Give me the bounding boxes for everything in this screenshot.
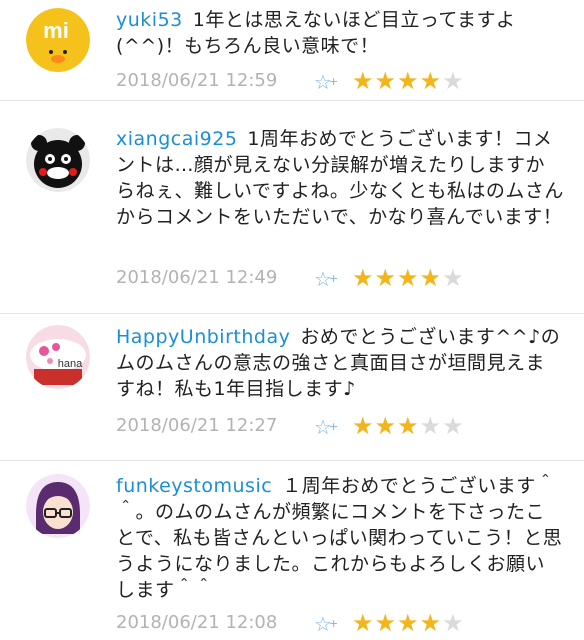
comment-body: xiangcai925 1周年おめでとうございます！コメントは…顔が見えない分誤解… <box>116 126 564 230</box>
comment-body: HappyUnbirthday おめでとうございます^^♪のムのムさんの意志の強さ… <box>116 324 564 402</box>
comment-meta: 2018/06/21 12:27 ☆+ ★★★★★ <box>116 412 476 440</box>
rating-stars: ★★★★★ <box>352 264 465 292</box>
comment-item: funkeystomusic １周年おめでとうございます＾＾。のムのムさんが頻繁に… <box>0 460 584 640</box>
star-filled-icon: ★ <box>352 412 375 440</box>
star-filled-icon: ★ <box>374 412 398 440</box>
rating-stars: ★★★★★ <box>352 67 465 95</box>
username-link[interactable]: HappyUnbirthday <box>116 326 290 348</box>
favorite-star-icon[interactable]: ☆+ <box>314 70 341 94</box>
avatar[interactable]: mi <box>26 8 90 72</box>
star-filled-icon: ★ <box>374 609 398 637</box>
comment-item: hana HappyUnbirthday おめでとうございます^^♪のムのムさんの… <box>0 313 584 461</box>
username-link[interactable]: xiangcai925 <box>116 128 237 150</box>
timestamp: 2018/06/21 12:27 <box>116 415 278 436</box>
timestamp: 2018/06/21 12:49 <box>116 267 278 288</box>
timestamp: 2018/06/21 12:08 <box>116 612 278 633</box>
star-empty-icon: ★ <box>442 264 465 292</box>
star-filled-icon: ★ <box>419 264 443 292</box>
star-empty-icon: ★ <box>442 67 465 95</box>
star-filled-icon: ★ <box>397 412 420 440</box>
favorite-star-icon[interactable]: ☆+ <box>314 267 341 291</box>
username-link[interactable]: yuki53 <box>116 9 183 31</box>
avatar[interactable] <box>26 128 90 192</box>
comment-body: yuki53 1年とは思えないほど目立ってますよ(^^)！もちろん良い意味で！ <box>116 7 564 59</box>
star-filled-icon: ★ <box>419 67 443 95</box>
glasses-person-icon <box>26 474 90 538</box>
star-empty-icon: ★ <box>442 609 465 637</box>
star-filled-icon: ★ <box>374 264 398 292</box>
comment-meta: 2018/06/21 12:49 ☆+ ★★★★★ <box>116 264 476 292</box>
cupcake-icon: hana <box>26 325 90 389</box>
star-filled-icon: ★ <box>352 67 375 95</box>
star-filled-icon: ★ <box>419 609 443 637</box>
rating-stars: ★★★★★ <box>352 412 465 440</box>
svg-text:hana: hana <box>58 358 83 370</box>
star-filled-icon: ★ <box>397 264 420 292</box>
comment-item: xiangcai925 1周年おめでとうございます！コメントは…顔が見えない分誤解… <box>0 100 584 314</box>
star-filled-icon: ★ <box>397 67 420 95</box>
comment-item: mi yuki53 1年とは思えないほど目立ってますよ(^^)！もちろん良い意味で… <box>0 0 584 101</box>
star-filled-icon: ★ <box>374 67 398 95</box>
avatar[interactable]: hana <box>26 325 90 389</box>
favorite-star-icon[interactable]: ☆+ <box>314 415 341 439</box>
comment-meta: 2018/06/21 12:59 ☆+ ★★★★★ <box>116 67 476 95</box>
avatar[interactable] <box>26 474 90 538</box>
comment-meta: 2018/06/21 12:08 ☆+ ★★★★★ <box>116 609 476 637</box>
svg-text:mi: mi <box>43 18 69 43</box>
star-filled-icon: ★ <box>397 609 420 637</box>
star-filled-icon: ★ <box>352 264 375 292</box>
timestamp: 2018/06/21 12:59 <box>116 70 278 91</box>
username-link[interactable]: funkeystomusic <box>116 475 272 497</box>
mi-logo-icon: mi <box>26 8 90 72</box>
comment-body: funkeystomusic １周年おめでとうございます＾＾。のムのムさんが頻繁に… <box>116 473 564 603</box>
bear-mascot-icon <box>26 128 90 192</box>
rating-stars: ★★★★★ <box>352 609 465 637</box>
star-empty-icon: ★ <box>419 412 443 440</box>
favorite-star-icon[interactable]: ☆+ <box>314 612 341 636</box>
star-filled-icon: ★ <box>352 609 375 637</box>
star-empty-icon: ★ <box>442 412 465 440</box>
